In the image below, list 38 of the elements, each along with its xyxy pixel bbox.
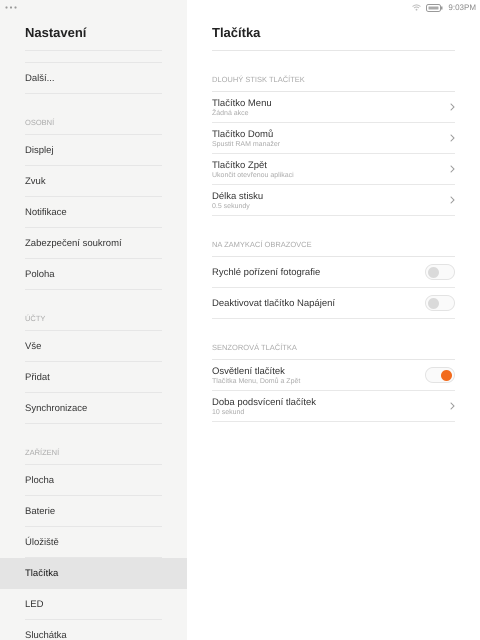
sidebar-item[interactable]: Tlačítka (0, 558, 187, 589)
setting-label: Doba podsvícení tlačítek (212, 396, 316, 408)
setting-label: Tlačítko Zpět (212, 160, 268, 170)
more-icon (5, 6, 17, 9)
chevron-right-icon (450, 134, 455, 142)
sidebar-title: Nastavení (25, 25, 86, 40)
toggle-switch[interactable] (425, 295, 455, 311)
chevron-right-icon (450, 165, 455, 173)
sidebar-item[interactable]: Vše (0, 331, 187, 362)
setting-label: Rychlé pořízení fotografie (212, 266, 320, 278)
setting-label: Osvětlení tlačítek (212, 366, 286, 376)
sidebar-item[interactable]: Poloha (0, 259, 187, 290)
wifi-icon (412, 4, 422, 11)
sidebar-item[interactable]: Displej (0, 135, 187, 166)
sidebar-item[interactable]: Plocha (0, 465, 187, 496)
sidebar-item[interactable]: Baterie (0, 496, 187, 527)
sidebar-item[interactable]: Zvuk (0, 166, 187, 197)
sidebar-item[interactable]: Notifikace (0, 197, 187, 228)
toggle-row[interactable]: Rychlé pořízení fotografie (212, 257, 455, 288)
chevron-right-icon (450, 103, 455, 111)
sidebar-item[interactable]: LED (0, 589, 187, 620)
chevron-right-icon (450, 402, 455, 410)
sidebar-item[interactable]: Úložiště (0, 527, 187, 558)
sidebar-item[interactable]: Další... (0, 63, 187, 94)
setting-label: Tlačítko Domů (212, 128, 274, 140)
sidebar-item[interactable]: Přidat (0, 362, 187, 393)
sidebar-item[interactable]: Synchronizace (0, 393, 187, 424)
setting-label: Tlačítko Menu (212, 98, 272, 108)
chevron-right-icon (450, 196, 455, 204)
battery-icon (426, 4, 444, 12)
page-title: Tlačítka (212, 25, 260, 40)
toggle-row[interactable]: Deaktivovat tlačítko Napájení (212, 288, 455, 319)
status-time: 9:03PM (448, 3, 476, 12)
setting-label: Deaktivovat tlačítko Napájení (212, 298, 336, 308)
setting-label: Délka stisku (212, 190, 264, 202)
toggle-switch[interactable] (425, 264, 455, 280)
toggle-switch[interactable] (425, 367, 455, 383)
sidebar-item[interactable]: Zabezpečení soukromí (0, 228, 187, 259)
